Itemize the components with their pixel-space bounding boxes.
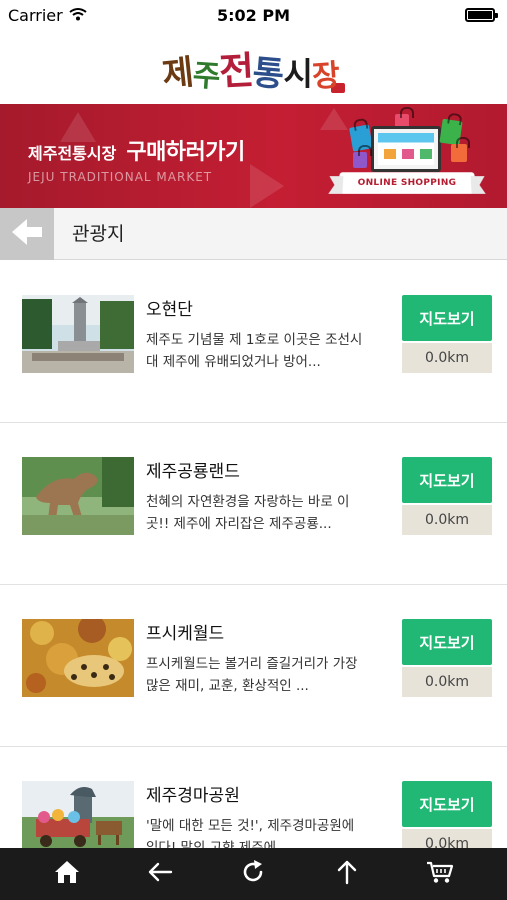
battery-level	[468, 11, 492, 19]
online-shopping-illustration: ONLINE SHOPPING	[333, 107, 481, 202]
attraction-description: 프시케월드는 볼거리 즐길거리가 가장 많은 재미, 교훈, 환상적인 ...	[146, 656, 358, 694]
attraction-thumbnail[interactable]	[22, 295, 134, 373]
attraction-title[interactable]: 오현단	[146, 295, 193, 320]
attraction-title[interactable]: 프시케월드	[146, 619, 224, 644]
back-nav-button[interactable]	[132, 848, 188, 900]
bottom-toolbar	[0, 848, 507, 900]
list-item[interactable]: 제주공룡랜드 천혜의 자연환경을 자랑하는 바로 이곳!! 제주에 자리잡은 제…	[0, 423, 507, 585]
view-map-button[interactable]: 지도보기	[402, 619, 492, 665]
shopping-bag-icon	[353, 145, 372, 168]
cart-icon	[426, 860, 454, 888]
banner-title: 제주전통시장 구매하러가기	[28, 134, 245, 166]
page-title: 관광지	[72, 223, 125, 245]
app-logo-bar: 제 주 전 통 시 장	[0, 30, 507, 104]
attraction-title[interactable]: 제주공룡랜드	[146, 457, 240, 482]
distance-label: 0.0km	[402, 667, 492, 697]
logo-char: 주	[191, 57, 221, 95]
page-header: 관광지	[0, 208, 507, 260]
wifi-icon	[69, 6, 87, 25]
home-icon	[54, 860, 80, 888]
refresh-button[interactable]	[225, 848, 281, 900]
distance-label: 0.0km	[402, 343, 492, 373]
back-icon	[147, 861, 173, 887]
status-left: Carrier	[8, 6, 87, 25]
attraction-title[interactable]: 제주경마공원	[146, 781, 240, 806]
app-logo[interactable]: 제 주 전 통 시 장	[160, 40, 345, 95]
attraction-thumbnail[interactable]	[22, 619, 134, 697]
attraction-thumbnail[interactable]	[22, 781, 134, 848]
banner-cta: 구매하러가기	[126, 140, 245, 165]
scroll-top-button[interactable]	[319, 848, 375, 900]
logo-char: 시	[283, 54, 313, 93]
back-arrow-icon	[10, 217, 44, 251]
banner-ribbon: ONLINE SHOPPING	[338, 172, 476, 194]
view-map-button[interactable]: 지도보기	[402, 781, 492, 827]
shopping-banner[interactable]: 제주전통시장 구매하러가기 JEJU TRADITIONAL MARKET ON…	[0, 104, 507, 208]
list-item[interactable]: 오현단 제주도 기념물 제 1호로 이곳은 조선시대 제주에 유배되었거나 방어…	[0, 261, 507, 423]
banner-market-name: 제주전통시장	[28, 144, 117, 163]
view-map-button[interactable]: 지도보기	[402, 457, 492, 503]
back-button[interactable]	[0, 208, 54, 260]
logo-char: 통	[251, 52, 285, 95]
attraction-list[interactable]: 오현단 제주도 기념물 제 1호로 이곳은 조선시대 제주에 유배되었거나 방어…	[0, 261, 507, 848]
top-icon	[336, 859, 358, 889]
logo-char: 장	[311, 57, 341, 95]
view-map-button[interactable]: 지도보기	[402, 295, 492, 341]
monitor-icon	[371, 126, 441, 172]
cart-button[interactable]	[412, 848, 468, 900]
list-item[interactable]: 프시케월드 프시케월드는 볼거리 즐길거리가 가장 많은 재미, 교훈, 환상적…	[0, 585, 507, 747]
attraction-description: 제주도 기념물 제 1호로 이곳은 조선시대 제주에 유배되었거나 방어...	[146, 332, 363, 370]
shopping-bag-icon	[451, 137, 470, 162]
banner-subtitle: JEJU TRADITIONAL MARKET	[28, 170, 213, 184]
attraction-thumbnail[interactable]	[22, 457, 134, 535]
attraction-description: 천혜의 자연환경을 자랑하는 바로 이곳!! 제주에 자리잡은 제주공룡...	[146, 494, 350, 532]
status-bar: Carrier 5:02 PM	[0, 0, 507, 30]
distance-label: 0.0km	[402, 829, 492, 848]
battery-icon	[465, 8, 498, 22]
logo-char: 전	[218, 46, 255, 94]
banner-decoration	[250, 164, 284, 208]
carrier-label: Carrier	[8, 5, 63, 25]
distance-label: 0.0km	[402, 505, 492, 535]
home-button[interactable]	[39, 848, 95, 900]
logo-char: 제	[160, 52, 196, 95]
attraction-description: '말에 대한 모든 것!', 제주경마공원에 있다! 말의 고향 제주에...	[146, 818, 355, 848]
list-item[interactable]: 제주경마공원 '말에 대한 모든 것!', 제주경마공원에 있다! 말의 고향 …	[0, 747, 507, 848]
refresh-icon	[240, 859, 266, 889]
